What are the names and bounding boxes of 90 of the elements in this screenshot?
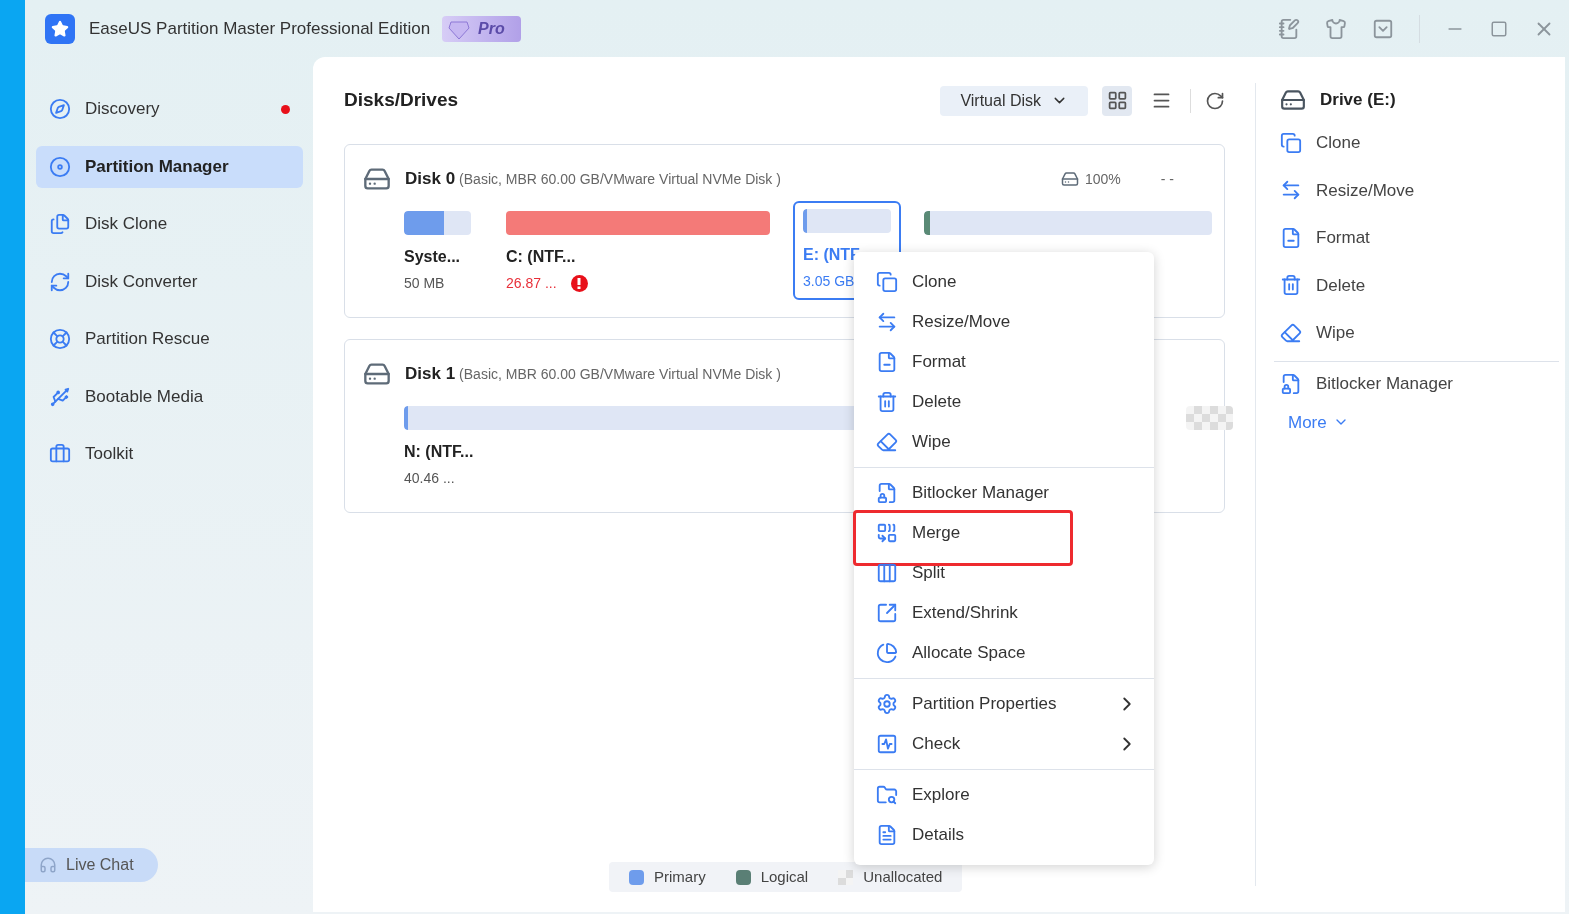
legend-label: Logical [760,866,809,887]
legend-label: Unallocated [863,866,943,887]
menu-item[interactable]: Merge [854,513,1154,553]
pro-badge: Pro [442,15,521,42]
menu-item[interactable]: Allocate Space [854,633,1154,673]
disk-name: Disk 0 [405,168,456,191]
partition-name: Syste... [404,247,461,267]
disk-info: (Basic, MBR 60.00 GB/VMware Virtual NVMe Disk ) [459,169,781,189]
menu-item[interactable]: Wipe [854,422,1154,462]
copy-icon [876,271,898,293]
live-chat-button[interactable]: Live Chat [25,848,158,882]
document-icon [876,351,898,373]
expand-icon [876,602,898,624]
partition-size: 3.05 GB [803,272,855,291]
columns-icon [876,562,898,584]
disk-name: Disk 1 [405,363,456,386]
trash-icon [876,391,898,413]
files-icon [49,213,71,235]
temperature-value: - - [1160,169,1174,189]
folder-search-icon [876,784,898,806]
health-percent: 100% [1084,169,1121,189]
grid-view-button[interactable] [1102,85,1132,116]
action-item[interactable]: Delete [1280,261,1553,309]
disk-info: (Basic, MBR 60.00 GB/VMware Virtual NVMe Disk ) [459,364,781,384]
document-icon [1280,226,1302,249]
menu-item[interactable]: Explore [854,775,1154,815]
partition-tile[interactable]: C: (NTF... 26.87 ... [504,209,772,296]
dropdown-box-icon[interactable] [1372,17,1394,40]
sidebar-item[interactable]: Disk Converter [36,260,303,303]
menu-item[interactable]: Extend/Shrink [854,593,1154,633]
document-lock-icon [1280,372,1302,395]
disk-type-dropdown[interactable]: Virtual Disk [940,85,1088,116]
briefcase-icon [49,443,71,465]
action-item[interactable]: Format [1280,214,1553,262]
document-icon [876,824,898,846]
menu-item[interactable]: Check [854,724,1154,764]
menu-item[interactable]: Split [854,553,1154,593]
partition-name: N: (NTF... [404,442,474,462]
notes-icon[interactable] [1278,17,1300,40]
usb-icon [49,385,71,408]
sidebar-item[interactable]: Toolkit [36,433,303,475]
menu-item[interactable]: Partition Properties [854,684,1154,724]
copy-icon [1280,131,1302,154]
drive-title: Drive (E:) [1320,89,1396,112]
section-title: Disks/Drives [344,88,459,113]
action-item[interactable]: Resize/Move [1280,166,1553,214]
convert-icon [49,270,71,293]
trash-icon [1280,274,1302,297]
drive-health-icon [1060,170,1079,188]
action-item[interactable]: Wipe [1280,309,1553,357]
window-title: EaseUS Partition Master Professional Edition [89,17,431,40]
action-item[interactable]: Clone [1280,119,1553,167]
pie-chart-icon [876,642,898,664]
pulse-icon [876,733,898,755]
eraser-icon [1280,321,1302,344]
merge-icon [876,522,898,544]
sidebar-item[interactable]: Disk Clone [36,203,303,245]
unallocated-bar [1186,406,1233,430]
compass-icon [49,98,71,120]
shirt-icon[interactable] [1325,17,1347,40]
lifebuoy-icon [49,328,71,350]
partition-name: C: (NTF... [506,247,576,267]
eraser-icon [876,431,898,453]
disc-icon [49,155,71,178]
more-link[interactable]: More [1288,409,1349,435]
sidebar-item[interactable]: Partition Manager [36,145,303,188]
double-arrow-icon [876,311,898,333]
menu-item[interactable]: Format [854,342,1154,382]
legend-label: Primary [654,866,706,887]
partition-size: 50 MB [404,274,445,293]
sidebar-item[interactable]: Partition Rescue [36,318,303,360]
partition-size: 26.87 ... [506,274,557,293]
partition-tile[interactable] [1184,404,1235,432]
drive-icon [1280,87,1306,113]
menu-item[interactable]: Details [854,815,1154,855]
menu-item[interactable]: Resize/Move [854,302,1154,342]
gear-icon [876,693,898,715]
maximize-icon[interactable] [1490,19,1508,38]
sidebar-item[interactable]: Bootable Media [36,375,303,418]
partition-tile[interactable]: Syste... 50 MB [402,209,473,296]
app-logo [45,13,75,44]
grid-icon [1106,90,1128,111]
refresh-icon[interactable] [1205,90,1225,111]
partition-name: E: (NTF [803,245,860,265]
headset-icon [39,856,57,874]
document-lock-icon [876,482,898,504]
action-item[interactable]: Bitlocker Manager [1280,361,1553,406]
double-arrow-icon [1280,179,1302,202]
partition-size: 40.46 ... [404,469,455,488]
sidebar-item[interactable]: Discovery [36,88,303,130]
